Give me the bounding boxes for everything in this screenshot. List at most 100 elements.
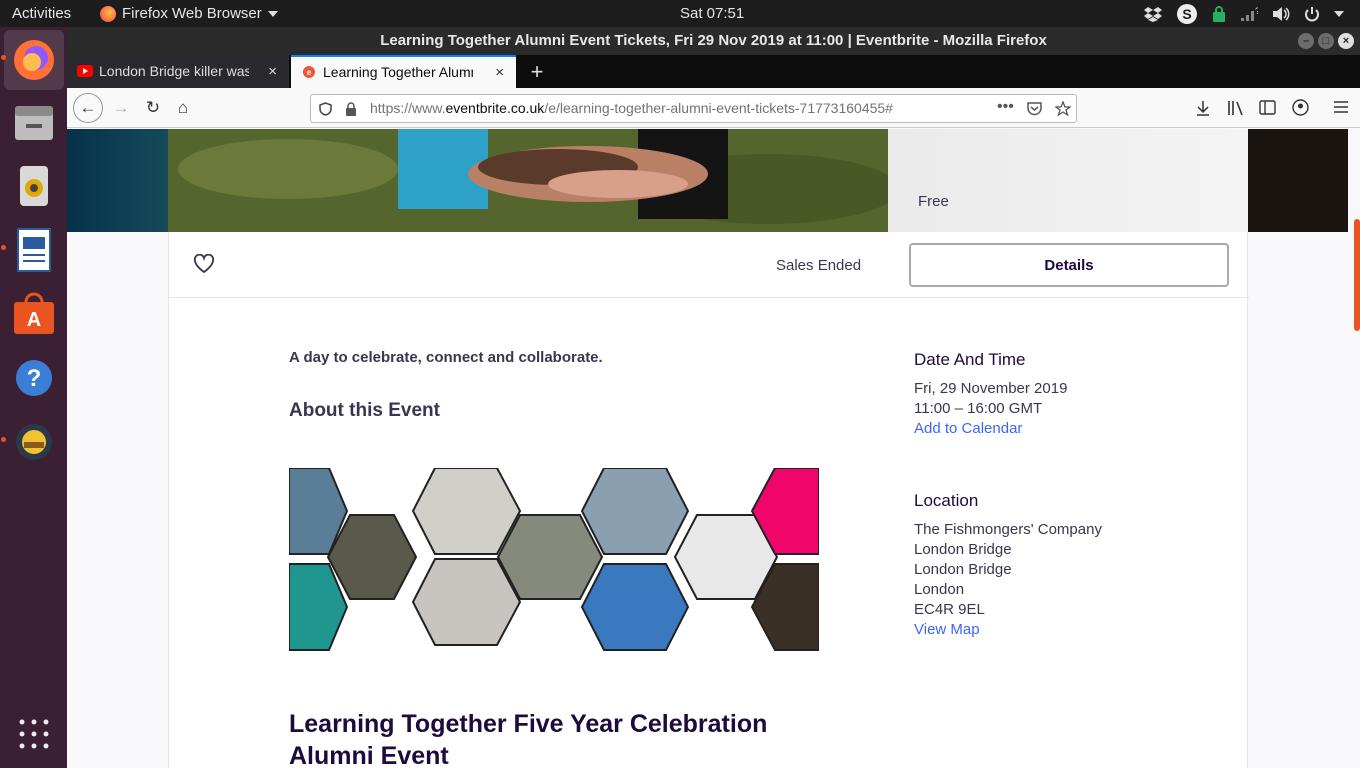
tab-eventbrite[interactable]: e Learning Together Alumni × [291, 55, 516, 88]
location-line: London Bridge [914, 541, 1012, 558]
event-title: Learning Together Five Year Celebration … [289, 710, 768, 768]
event-time: 11:00 – 16:00 GMT [914, 400, 1043, 417]
close-button[interactable]: × [1338, 33, 1354, 49]
running-indicator [1, 245, 6, 250]
library-icon[interactable] [1227, 100, 1245, 116]
minimize-button[interactable]: – [1298, 33, 1314, 49]
dock-help[interactable]: ? [4, 348, 64, 408]
network-icon[interactable]: ? [1240, 6, 1258, 22]
pocket-icon[interactable] [1027, 102, 1042, 116]
sidebar-icon[interactable] [1259, 100, 1276, 115]
download-icon[interactable] [1195, 100, 1211, 116]
url-bar[interactable]: https://www.eventbrite.co.uk/e/learning-… [310, 94, 1077, 123]
action-bar: Sales Ended Details [169, 232, 1249, 298]
close-tab-icon[interactable]: × [268, 55, 277, 88]
dock-writer[interactable] [4, 220, 64, 280]
hero-image [168, 129, 888, 232]
clock[interactable]: Sat 07:51 [680, 5, 744, 22]
menu-icon[interactable] [1333, 100, 1349, 114]
launcher-dock: A ? [0, 27, 67, 768]
window-controls: – □ × [1298, 33, 1354, 49]
maximize-button[interactable]: □ [1318, 33, 1334, 49]
hero-background-left [67, 129, 168, 232]
hero-background-right [1248, 129, 1348, 232]
show-applications[interactable] [4, 704, 64, 764]
chevron-down-icon [267, 10, 278, 17]
youtube-icon [77, 65, 93, 77]
duck-icon [16, 424, 52, 460]
running-indicator [1, 437, 6, 442]
app-grid-icon [19, 719, 49, 749]
tab-label: Learning Together Alumni [323, 64, 473, 80]
bookmark-star-icon[interactable] [1055, 101, 1071, 117]
speaker-icon [20, 166, 48, 206]
dock-app[interactable] [4, 412, 64, 472]
svg-text:A: A [27, 309, 41, 331]
app-menu[interactable]: Firefox Web Browser [100, 5, 278, 22]
hands-together-image [168, 129, 888, 232]
dock-software[interactable]: A [4, 284, 64, 344]
details-button[interactable]: Details [909, 243, 1229, 287]
shopping-bag-icon: A [14, 292, 54, 334]
document-icon [17, 228, 51, 272]
shield-icon[interactable] [319, 102, 332, 116]
files-icon [15, 106, 53, 140]
volume-icon[interactable] [1272, 6, 1290, 22]
running-indicator [1, 55, 6, 60]
location-line: London [914, 581, 965, 598]
eventbrite-icon: e [303, 66, 315, 78]
activities-button[interactable]: Activities [12, 5, 71, 22]
firefox-small-icon [100, 5, 116, 22]
event-collage-image [289, 468, 819, 651]
location-heading: Location [914, 491, 979, 510]
sales-status: Sales Ended [776, 257, 862, 274]
tab-label: London Bridge killer was [99, 63, 249, 79]
window-title: Learning Together Alumni Event Tickets, … [380, 32, 1047, 49]
close-tab-icon[interactable]: × [495, 57, 504, 88]
reload-button[interactable]: ↻ [139, 94, 167, 122]
svg-text:?: ? [1255, 6, 1258, 16]
event-summary: A day to celebrate, connect and collabor… [289, 349, 603, 366]
dropbox-icon[interactable] [1144, 6, 1162, 22]
dock-rhythmbox[interactable] [4, 156, 64, 216]
heart-icon[interactable] [193, 254, 215, 274]
location-line: The Fishmongers' Company [914, 521, 1102, 538]
add-to-calendar-link[interactable]: Add to Calendar [914, 419, 1214, 439]
page-content: Free Sales Ended Details A day to celebr… [67, 129, 1360, 768]
event-info-sidebar: Date And Time Fri, 29 November 2019 11:0… [914, 350, 1214, 640]
page-actions-icon[interactable]: ••• [997, 93, 1014, 120]
ticket-price: Free [918, 193, 949, 210]
lock-icon[interactable] [1212, 6, 1226, 22]
tab-youtube[interactable]: London Bridge killer was × [67, 55, 289, 88]
window-titlebar: Learning Together Alumni Event Tickets, … [67, 27, 1360, 55]
home-button[interactable]: ⌂ [169, 94, 197, 122]
about-heading: About this Event [289, 400, 440, 421]
svg-text:S: S [1182, 6, 1191, 22]
tab-bar: London Bridge killer was × e Learning To… [67, 55, 1360, 88]
url-text: https://www.eventbrite.co.uk/e/learning-… [370, 100, 893, 116]
skype-icon[interactable]: S [1176, 3, 1198, 25]
chevron-down-icon[interactable] [1334, 11, 1344, 17]
location-line: London Bridge [914, 561, 1012, 578]
power-icon[interactable] [1304, 6, 1320, 22]
svg-text:e: e [307, 68, 312, 77]
date-time-heading: Date And Time [914, 350, 1026, 369]
system-tray[interactable]: S ? [1144, 3, 1344, 25]
firefox-icon [14, 40, 54, 80]
page-scrollbar[interactable] [1354, 219, 1360, 331]
padlock-icon[interactable] [345, 102, 357, 116]
view-map-link[interactable]: View Map [914, 620, 1214, 640]
event-card: Sales Ended Details A day to celebrate, … [168, 232, 1249, 768]
account-icon[interactable] [1292, 99, 1309, 116]
system-top-bar: Activities Firefox Web Browser Sat 07:51… [0, 0, 1360, 27]
forward-button[interactable]: → [107, 94, 135, 122]
svg-text:?: ? [27, 365, 42, 392]
dock-firefox[interactable] [4, 30, 64, 90]
nav-toolbar: ← → ↻ ⌂ https://www.eventbrite.co.uk/e/l… [67, 88, 1360, 128]
dock-files[interactable] [4, 92, 64, 152]
location-line: EC4R 9EL [914, 601, 985, 618]
app-menu-label: Firefox Web Browser [122, 5, 262, 22]
event-date: Fri, 29 November 2019 [914, 380, 1068, 397]
back-button[interactable]: ← [73, 93, 103, 123]
new-tab-button[interactable]: + [522, 55, 552, 88]
